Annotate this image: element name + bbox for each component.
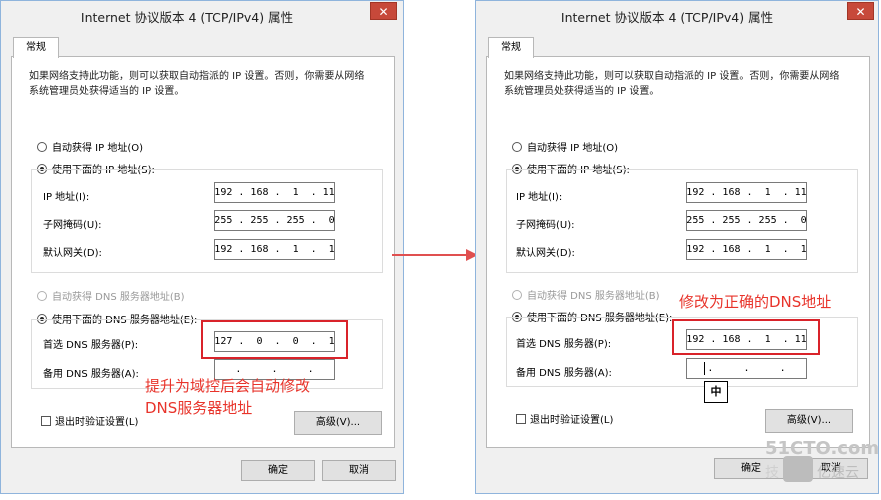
validate-checkbox-row[interactable]: 退出时验证设置(L) xyxy=(516,411,613,426)
auto-ip-radio[interactable] xyxy=(512,141,522,152)
watermark-fragment: 技 xyxy=(765,465,779,481)
auto-dns-label: 自动获得 DNS 服务器地址(B) xyxy=(527,291,660,302)
auto-ip-label: 自动获得 IP 地址(O) xyxy=(52,143,144,154)
validate-checkbox[interactable] xyxy=(516,413,526,424)
validate-label: 退出时验证设置(L) xyxy=(530,415,614,426)
auto-dns-radio[interactable] xyxy=(37,290,47,301)
watermark-logo-icon xyxy=(783,456,813,482)
preferred-dns-label: 首选 DNS 服务器(P): xyxy=(43,340,139,351)
validate-label: 退出时验证设置(L) xyxy=(55,417,139,428)
highlight-box xyxy=(672,319,820,355)
ime-indicator: 中 xyxy=(704,381,728,403)
ip-address-label: IP 地址(I): xyxy=(516,192,563,203)
dialog-title: Internet 协议版本 4 (TCP/IPv4) 属性 xyxy=(560,10,774,25)
advanced-button[interactable]: 高级(V)... xyxy=(294,411,382,435)
dialog-title: Internet 协议版本 4 (TCP/IPv4) 属性 xyxy=(80,10,294,25)
tab-general[interactable]: 常规 xyxy=(13,37,59,58)
auto-ip-radio-row[interactable]: 自动获得 IP 地址(O) xyxy=(512,139,618,154)
ip-address-input[interactable]: 192 . 168 . 1 . 11 xyxy=(214,182,335,203)
subnet-label: 子网掩码(U): xyxy=(516,220,575,231)
auto-dns-radio[interactable] xyxy=(512,289,522,300)
subnet-input[interactable]: 255 . 255 . 255 . 0 xyxy=(214,210,335,231)
dialog-right: Internet 协议版本 4 (TCP/IPv4) 属性 ✕ 常规 如果网络支… xyxy=(475,0,879,494)
title-bar: Internet 协议版本 4 (TCP/IPv4) 属性 ✕ xyxy=(1,1,403,29)
cancel-button[interactable]: 取消 xyxy=(322,460,396,481)
ok-button[interactable]: 确定 xyxy=(241,460,315,481)
highlight-box xyxy=(201,320,348,359)
close-button[interactable]: ✕ xyxy=(847,2,874,20)
annotation-line-2: DNS服务器地址 xyxy=(145,399,253,417)
subnet-label: 子网掩码(U): xyxy=(43,220,102,231)
description-text: 如果网络支持此功能，则可以获取自动指派的 IP 设置。否则，你需要从网络系统管理… xyxy=(29,71,365,97)
title-bar: Internet 协议版本 4 (TCP/IPv4) 属性 ✕ xyxy=(476,1,878,29)
auto-ip-radio[interactable] xyxy=(37,141,47,152)
auto-dns-radio-row[interactable]: 自动获得 DNS 服务器地址(B) xyxy=(37,288,185,303)
validate-checkbox[interactable] xyxy=(41,415,51,426)
annotation-text: 修改为正确的DNS地址 xyxy=(679,293,832,311)
auto-ip-radio-row[interactable]: 自动获得 IP 地址(O) xyxy=(37,139,143,154)
auto-ip-label: 自动获得 IP 地址(O) xyxy=(527,143,619,154)
preferred-dns-label: 首选 DNS 服务器(P): xyxy=(516,339,612,350)
validate-checkbox-row[interactable]: 退出时验证设置(L) xyxy=(41,413,138,428)
tab-general[interactable]: 常规 xyxy=(488,37,534,58)
alternate-dns-label: 备用 DNS 服务器(A): xyxy=(43,369,139,380)
arrow-right-icon xyxy=(392,249,478,261)
close-button[interactable]: ✕ xyxy=(370,2,397,20)
close-icon: ✕ xyxy=(378,5,389,19)
text-cursor xyxy=(704,362,705,375)
watermark-brand: 亿速云 xyxy=(817,465,859,481)
ip-address-label: IP 地址(I): xyxy=(43,192,90,203)
subnet-input[interactable]: 255 . 255 . 255 . 0 xyxy=(686,210,807,231)
close-icon: ✕ xyxy=(855,5,866,19)
advanced-button[interactable]: 高级(V)... xyxy=(765,409,853,433)
alternate-dns-label: 备用 DNS 服务器(A): xyxy=(516,368,612,379)
gateway-label: 默认网关(D): xyxy=(43,248,102,259)
auto-dns-radio-row[interactable]: 自动获得 DNS 服务器地址(B) xyxy=(512,287,660,302)
watermark-site: 51CTO.com xyxy=(765,438,880,459)
annotation-line-1: 提升为域控后会自动修改 xyxy=(145,377,311,395)
dialog-left: Internet 协议版本 4 (TCP/IPv4) 属性 ✕ 常规 如果网络支… xyxy=(0,0,404,494)
gateway-label: 默认网关(D): xyxy=(516,248,575,259)
gateway-input[interactable]: 192 . 168 . 1 . 1 xyxy=(686,239,807,260)
gateway-input[interactable]: 192 . 168 . 1 . 1 xyxy=(214,239,335,260)
ip-address-input[interactable]: 192 . 168 . 1 . 11 xyxy=(686,182,807,203)
auto-dns-label: 自动获得 DNS 服务器地址(B) xyxy=(52,292,185,303)
description-text: 如果网络支持此功能，则可以获取自动指派的 IP 设置。否则，你需要从网络系统管理… xyxy=(504,71,840,97)
